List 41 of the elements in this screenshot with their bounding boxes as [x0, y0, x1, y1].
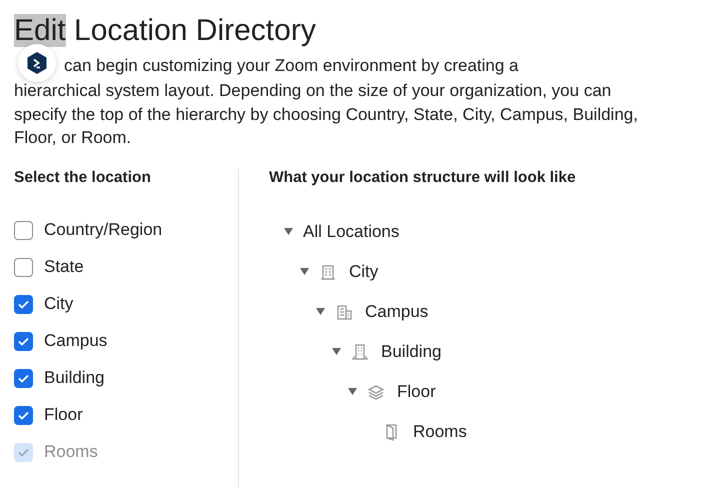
caret-icon[interactable]	[300, 268, 309, 275]
page-title: Edit	[14, 14, 66, 47]
buildings-icon	[335, 302, 353, 320]
section-heading: Select the location	[14, 168, 152, 188]
check-icon	[18, 300, 29, 308]
option-label: City	[44, 293, 74, 316]
checkbox[interactable]	[14, 332, 33, 350]
layers-icon	[367, 382, 385, 400]
tree-node-label: Rooms	[413, 420, 467, 443]
building-icon	[319, 262, 337, 280]
check-icon	[18, 448, 29, 456]
option-label: Building	[44, 367, 104, 390]
option-label: Rooms	[44, 441, 98, 464]
page-title: Location Directory	[74, 14, 316, 47]
checkbox[interactable]	[14, 406, 33, 424]
tree-node-label: Campus	[365, 300, 428, 323]
checkbox[interactable]	[14, 220, 33, 240]
option-label: State	[44, 256, 84, 278]
hexagon-logo-icon	[27, 52, 47, 74]
intro-paragraph: hierarchical system layout. Depending on the size of your organization, you can specify the top of the hierarchy by choosing Country, State, City, Campus, Building, Floor, or Room.	[14, 80, 639, 149]
option-label: Campus	[44, 330, 108, 352]
tree-node-label: Building	[381, 340, 442, 363]
checkbox[interactable]	[14, 368, 33, 388]
tree-node-label: City	[349, 260, 378, 283]
tree-node-label: Floor	[397, 380, 436, 403]
check-icon	[18, 374, 29, 382]
check-icon	[18, 336, 29, 346]
floating-action-button[interactable]	[18, 44, 56, 82]
tree-node-label: All Locations	[303, 220, 400, 243]
checkbox[interactable]	[14, 294, 33, 314]
intro-text-line: can begin customizing your Zoom environment by creating a	[64, 55, 519, 77]
section-heading: What your location structure will look like	[269, 168, 576, 188]
office-building-icon	[351, 342, 369, 360]
option-label: Country/Region	[44, 219, 162, 242]
caret-icon[interactable]	[284, 228, 293, 235]
option-label: Floor	[44, 404, 83, 426]
caret-icon[interactable]	[332, 348, 341, 355]
check-icon	[18, 410, 29, 420]
caret-icon[interactable]	[348, 388, 357, 395]
caret-icon[interactable]	[316, 308, 325, 315]
checkbox[interactable]	[14, 258, 33, 276]
